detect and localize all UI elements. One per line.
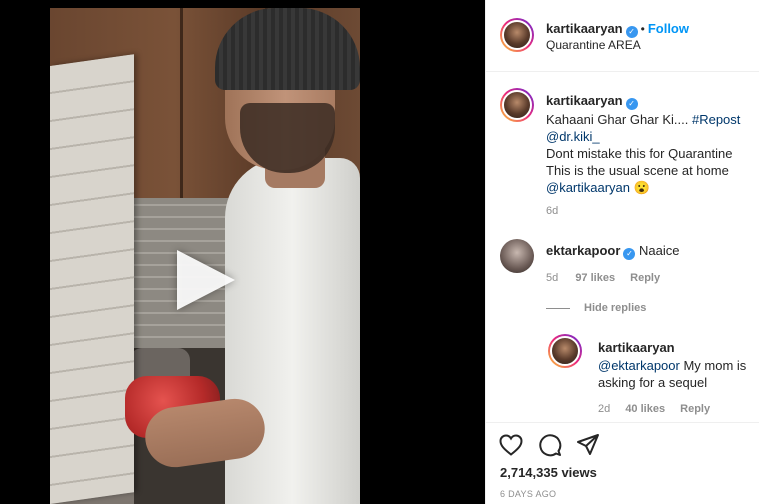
caption-author-username[interactable]: kartikaaryan xyxy=(546,93,623,108)
post-actions: 2,714,335 views 6 DAYS AGO xyxy=(486,422,759,504)
reply-timestamp[interactable]: 2d xyxy=(598,403,610,415)
comment-item: ektarkapoor ✓ Naaice xyxy=(546,242,680,260)
surprised-emoji-icon: 😮 xyxy=(633,180,650,195)
caption-timestamp[interactable]: 6d xyxy=(546,205,751,217)
hide-replies-button[interactable]: Hide replies xyxy=(546,302,646,314)
caption-mention-link[interactable]: @dr.kiki_ xyxy=(546,129,600,144)
comment-author-username[interactable]: ektarkapoor xyxy=(546,243,620,258)
author-avatar[interactable] xyxy=(500,18,534,52)
hide-replies-label[interactable]: Hide replies xyxy=(584,302,646,314)
caption-hashtag-link[interactable]: #Repost xyxy=(692,112,740,127)
comment-text: Naaice xyxy=(639,243,680,258)
separator-dot: • xyxy=(640,22,645,36)
post-date[interactable]: 6 DAYS AGO xyxy=(500,489,556,499)
comment-author-avatar[interactable] xyxy=(500,239,534,273)
caption-mention-link-2[interactable]: @kartikaaryan xyxy=(546,180,630,195)
reply-likes[interactable]: 40 likes xyxy=(625,403,665,415)
post-location[interactable]: Quarantine AREA xyxy=(546,38,641,52)
caption-line3: This is the usual scene at home xyxy=(546,163,729,178)
reply-mention-link[interactable]: @ektarkapoor xyxy=(598,358,680,373)
author-username[interactable]: kartikaaryan xyxy=(546,21,623,36)
reply-author-username[interactable]: kartikaaryan xyxy=(598,340,675,355)
view-count[interactable]: 2,714,335 views xyxy=(500,465,597,480)
post-side-panel: kartikaaryan ✓ • Follow Quarantine AREA kar… xyxy=(485,0,759,504)
comment-bubble-icon[interactable] xyxy=(538,433,562,457)
reply-meta: 2d 40 likes Reply xyxy=(598,403,710,415)
reply-reply-button[interactable]: Reply xyxy=(680,403,710,415)
caption-author-avatar[interactable] xyxy=(500,88,534,122)
heart-icon[interactable] xyxy=(499,434,523,456)
verified-badge-icon: ✓ xyxy=(623,248,636,260)
header-title-row: kartikaaryan ✓ • Follow xyxy=(546,20,689,38)
comment-meta: 5d 97 likes Reply xyxy=(546,272,660,284)
video-scene-cabinet-edge xyxy=(180,8,183,198)
video-player[interactable] xyxy=(0,0,485,504)
caption-line1: Kahaani Ghar Ghar Ki.... xyxy=(546,112,692,127)
verified-badge-icon: ✓ xyxy=(625,98,638,110)
play-icon[interactable] xyxy=(177,250,235,310)
paper-plane-icon[interactable] xyxy=(576,433,600,457)
verified-badge-icon: ✓ xyxy=(625,26,638,38)
follow-button[interactable]: Follow xyxy=(648,21,689,36)
caption-line2: Dont mistake this for Quarantine xyxy=(546,146,733,161)
reply-author-avatar[interactable] xyxy=(548,334,582,368)
comment-timestamp[interactable]: 5d xyxy=(546,272,558,284)
caption: kartikaaryan ✓ Kahaani Ghar Ghar Ki.... #… xyxy=(546,92,751,217)
comment-likes[interactable]: 97 likes xyxy=(575,272,615,284)
video-scene-tile-wall xyxy=(50,54,134,504)
reply-item: kartikaaryan @ektarkapoor My mom is aski… xyxy=(598,339,748,391)
hide-replies-line xyxy=(546,307,570,309)
post-header: kartikaaryan ✓ • Follow Quarantine AREA xyxy=(486,0,759,72)
comment-reply-button[interactable]: Reply xyxy=(630,272,660,284)
